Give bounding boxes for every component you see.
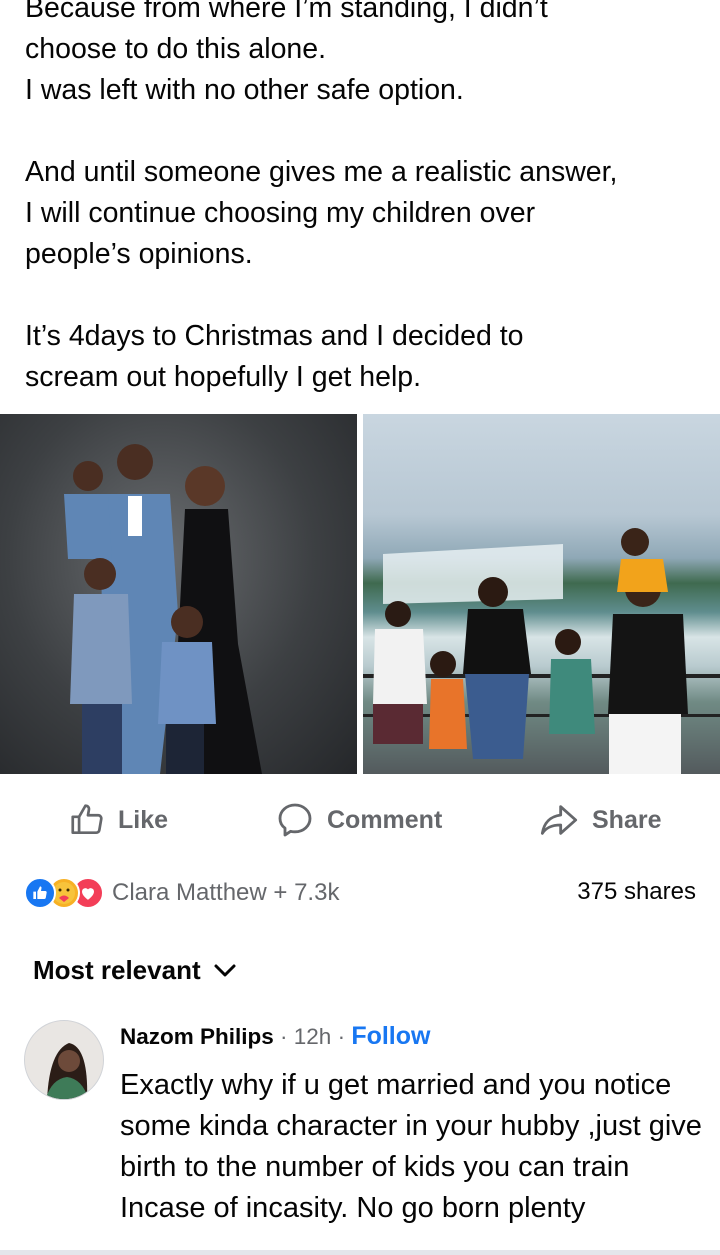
comment-header: Nazom Philips · 12h · Follow bbox=[120, 1022, 430, 1051]
post-photos bbox=[0, 414, 720, 774]
comment-label: Comment bbox=[327, 805, 443, 834]
post-action-bar: Like Comment Share bbox=[0, 790, 720, 852]
comment-button[interactable]: Comment bbox=[275, 800, 442, 840]
comment-sort-dropdown[interactable]: Most relevant bbox=[33, 955, 237, 986]
follow-button[interactable]: Follow bbox=[351, 1022, 430, 1050]
reactors-text: Clara Matthew + 7.3k bbox=[112, 879, 340, 906]
like-label: Like bbox=[118, 805, 169, 834]
post-line: people’s opinions. bbox=[25, 238, 253, 270]
post-line: And until someone gives me a realistic a… bbox=[25, 156, 618, 188]
post-text: Because from where I’m standing, I didn’… bbox=[25, 0, 705, 398]
share-label: Share bbox=[592, 805, 662, 834]
post-line: Because from where I’m standing, I didn’… bbox=[25, 0, 548, 24]
post-line: It’s 4days to Christmas and I decided to bbox=[25, 320, 524, 352]
post-line: scream out hopefully I get help. bbox=[25, 361, 422, 393]
comment-meta: · 12h · bbox=[273, 1024, 352, 1049]
waterfall-family-photo[interactable] bbox=[363, 414, 720, 774]
reactions-summary[interactable]: Clara Matthew + 7.3k bbox=[24, 873, 339, 913]
divider bbox=[0, 1250, 720, 1255]
post-line: I will continue choosing my children ove… bbox=[25, 197, 536, 229]
shares-count[interactable]: 375 shares bbox=[577, 878, 696, 906]
post-line: choose to do this alone. bbox=[25, 33, 327, 65]
like-reaction-icon bbox=[24, 877, 56, 909]
share-arrow-icon bbox=[538, 800, 580, 840]
post-line: I was left with no other safe option. bbox=[25, 74, 464, 106]
thumbs-up-icon bbox=[68, 801, 106, 839]
comment-bubble-icon bbox=[275, 800, 315, 840]
like-button[interactable]: Like bbox=[68, 800, 168, 840]
comment-author[interactable]: Nazom Philips bbox=[120, 1024, 274, 1049]
share-button[interactable]: Share bbox=[538, 800, 661, 840]
family-portrait-photo[interactable] bbox=[0, 414, 357, 774]
comment-text: Exactly why if u get married and you not… bbox=[120, 1069, 702, 1224]
avatar[interactable] bbox=[24, 1020, 104, 1100]
sort-label: Most relevant bbox=[33, 955, 201, 985]
chevron-down-icon bbox=[213, 955, 237, 986]
